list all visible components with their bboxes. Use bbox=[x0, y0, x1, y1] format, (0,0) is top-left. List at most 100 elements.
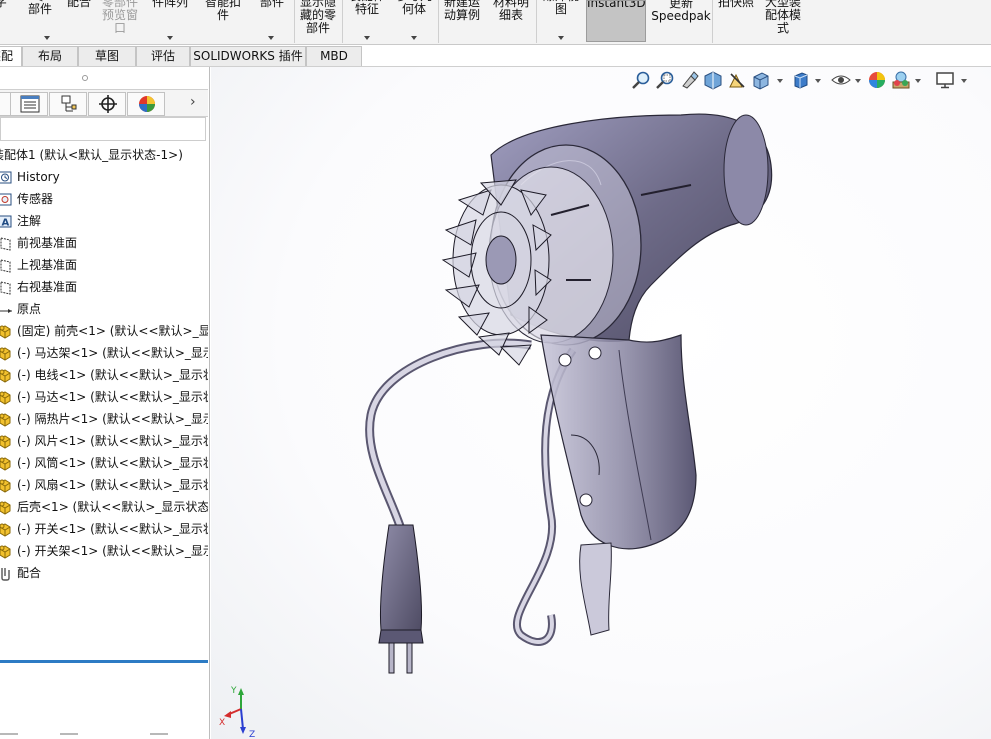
ribbon-button-show-hidden-components[interactable]: 显示隐 藏的零 部件 bbox=[296, 0, 340, 44]
tree-item[interactable]: (-) 风扇<1> (默认<<默认>_显示状 bbox=[0, 475, 208, 497]
tree-filter-input[interactable] bbox=[0, 117, 206, 141]
tab-mbd[interactable]: MBD bbox=[306, 46, 362, 66]
tree-item[interactable]: 后壳<1> (默认<<默认>_显示状态 bbox=[0, 497, 208, 519]
chevron-down-icon[interactable] bbox=[915, 79, 921, 83]
zoom-to-area-icon[interactable] bbox=[655, 70, 675, 90]
tree-item[interactable]: (固定) 前壳<1> (默认<<默认>_显示 bbox=[0, 321, 208, 343]
ribbon-button-take-snapshot[interactable]: 拍快照 bbox=[714, 0, 758, 44]
tree-item[interactable]: (-) 马达架<1> (默认<<默认>_显示 bbox=[0, 343, 208, 365]
tab-evaluate[interactable]: 评估 bbox=[136, 46, 190, 66]
ribbon-button-assembly-features[interactable]: 装配体 特征 bbox=[344, 0, 390, 44]
dynamic-annotation-icon[interactable] bbox=[727, 70, 747, 90]
feature-manager-panel: › 装配体1 (默认<默认_显示状态-1>) History 传感器 A 注解前视基准… bbox=[0, 67, 210, 739]
tree-item-label: (-) 风筒<1> (默认<<默认>_显示状 bbox=[17, 456, 208, 470]
display-style-icon[interactable] bbox=[791, 70, 811, 90]
dropdown-arrow-icon[interactable] bbox=[44, 36, 51, 40]
view-settings-monitor-icon[interactable] bbox=[935, 70, 955, 90]
ribbon-button-large-assembly-mode[interactable]: 大型装 配体模 式 bbox=[760, 0, 806, 44]
coordinate-triad: Y X Z bbox=[219, 686, 255, 739]
tab-layout[interactable]: 布局 bbox=[22, 46, 78, 66]
section-view-icon[interactable] bbox=[703, 70, 723, 90]
command-manager-tabs: 装配体 布局 草图 评估 SOLIDWORKS 插件 MBD bbox=[0, 45, 991, 82]
tree-item-label: 上视基准面 bbox=[17, 258, 78, 272]
ribbon-button-exploded-view[interactable]: 爆炸视 图 bbox=[538, 0, 584, 44]
tree-item-label: History bbox=[17, 170, 60, 184]
tree-item[interactable]: (-) 风筒<1> (默认<<默认>_显示状 bbox=[0, 453, 208, 475]
tree-item[interactable]: A 注解 bbox=[0, 211, 208, 233]
tree-item[interactable]: 原点 bbox=[0, 299, 208, 321]
previous-view-icon[interactable] bbox=[679, 70, 699, 90]
configuration-icon bbox=[61, 95, 77, 112]
dropdown-arrow-icon[interactable] bbox=[411, 36, 417, 40]
edit-appearance-icon[interactable] bbox=[867, 70, 887, 90]
display-manager-tab[interactable] bbox=[127, 92, 165, 116]
dropdown-arrow-icon[interactable] bbox=[167, 36, 173, 40]
tree-item[interactable]: 上视基准面 bbox=[0, 255, 208, 277]
configuration-manager-tab[interactable] bbox=[49, 92, 87, 116]
chevron-right-icon[interactable]: › bbox=[190, 94, 196, 110]
manager-tab-bar: › bbox=[0, 89, 208, 117]
appearance-pie-icon bbox=[139, 96, 155, 112]
tree-item-label: (-) 电线<1> (默认<<默认>_显示状 bbox=[17, 368, 208, 382]
ribbon-button-reference-geometry[interactable]: 参考几 何体 bbox=[392, 0, 436, 44]
tab-solidworks-addins[interactable]: SOLIDWORKS 插件 bbox=[190, 46, 306, 66]
hair-dryer-assembly-model[interactable] bbox=[351, 95, 791, 695]
tree-item-label: 注解 bbox=[17, 214, 42, 228]
chevron-down-icon[interactable] bbox=[815, 79, 821, 83]
ribbon-button-0[interactable]: 字 bbox=[0, 0, 8, 44]
tab-sketch[interactable]: 草图 bbox=[78, 46, 136, 66]
graphics-viewport[interactable]: Y X Z bbox=[211, 67, 991, 739]
dropdown-arrow-icon[interactable] bbox=[268, 36, 275, 40]
tree-item[interactable]: (-) 隔热片<1> (默认<<默认>_显示 bbox=[0, 409, 208, 431]
ribbon-button-pattern[interactable]: 件阵列 bbox=[146, 0, 194, 44]
tree-item-label: 原点 bbox=[17, 302, 42, 316]
tree-item-label: (-) 马达架<1> (默认<<默认>_显示 bbox=[17, 346, 208, 360]
tree-item[interactable]: 右视基准面 bbox=[0, 277, 208, 299]
tree-item-label: (-) 开关架<1> (默认<<默认>_显示 bbox=[17, 544, 208, 558]
tree-item[interactable]: (-) 马达<1> (默认<<默认>_显示状 bbox=[0, 387, 208, 409]
tree-item-label: 右视基准面 bbox=[17, 280, 78, 294]
tree-item[interactable]: 传感器 bbox=[0, 189, 208, 211]
tree-item[interactable]: 配合 bbox=[0, 563, 208, 585]
chevron-down-icon[interactable] bbox=[777, 79, 783, 83]
tree-item[interactable]: (-) 电线<1> (默认<<默认>_显示状 bbox=[0, 365, 208, 387]
tree-root-assembly[interactable]: 装配体1 (默认<默认_显示状态-1>) bbox=[0, 145, 208, 167]
heads-up-view-toolbar bbox=[631, 67, 991, 93]
view-orientation-icon[interactable] bbox=[751, 70, 771, 90]
ribbon-button-mate[interactable]: 配合 bbox=[62, 0, 96, 44]
svg-text:A: A bbox=[2, 218, 10, 229]
tree-item[interactable]: (-) 开关架<1> (默认<<默认>_显示 bbox=[0, 541, 208, 563]
tree-item-label: 配合 bbox=[17, 566, 42, 580]
ribbon-button-instant3d[interactable]: Instant3D bbox=[586, 0, 646, 42]
ribbon-button-bill-of-materials[interactable]: 材料明 细表 bbox=[488, 0, 534, 44]
tree-item[interactable]: (-) 风片<1> (默认<<默认>_显示状 bbox=[0, 431, 208, 453]
zoom-to-fit-icon[interactable] bbox=[631, 70, 651, 90]
tab-assembly[interactable]: 装配体 bbox=[0, 46, 22, 82]
tree-item[interactable]: (-) 开关<1> (默认<<默认>_显示状 bbox=[0, 519, 208, 541]
tree-item-label: (-) 马达<1> (默认<<默认>_显示状 bbox=[17, 390, 208, 404]
property-list-icon bbox=[20, 95, 40, 113]
triad-x-label: X bbox=[219, 718, 225, 728]
apply-scene-icon[interactable] bbox=[891, 70, 911, 90]
rollback-bar[interactable] bbox=[0, 660, 208, 663]
ribbon-button-move-component[interactable]: 部件 bbox=[252, 0, 292, 44]
ribbon-button-update-speedpak[interactable]: 更新 Speedpak bbox=[650, 0, 712, 44]
crosshair-icon bbox=[99, 95, 117, 113]
tree-item-label: 后壳<1> (默认<<默认>_显示状态 bbox=[17, 500, 208, 514]
ribbon-button-component[interactable]: 零 部件 bbox=[22, 0, 58, 44]
ribbon-button-component-preview[interactable]: 零部件 预览窗 口 bbox=[98, 0, 142, 44]
tree-item[interactable]: 前视基准面 bbox=[0, 233, 208, 255]
dropdown-arrow-icon[interactable] bbox=[364, 36, 370, 40]
panel-grip-handle[interactable] bbox=[82, 75, 88, 81]
chevron-down-icon[interactable] bbox=[855, 79, 861, 83]
chevron-down-icon[interactable] bbox=[961, 79, 967, 83]
dimxpert-manager-tab[interactable] bbox=[88, 92, 126, 116]
dropdown-arrow-icon[interactable] bbox=[558, 36, 564, 40]
ribbon-button-smart-fasteners[interactable]: 智能扣 件 bbox=[198, 0, 248, 44]
tree-item[interactable]: History bbox=[0, 167, 208, 189]
hide-show-items-icon[interactable] bbox=[831, 70, 851, 90]
ribbon-button-new-motion-study[interactable]: 新建运 动算例 bbox=[440, 0, 484, 44]
panel-scroll-indicator bbox=[0, 733, 208, 739]
tree-item-label: (-) 隔热片<1> (默认<<默认>_显示 bbox=[17, 412, 208, 426]
property-manager-tab[interactable] bbox=[10, 92, 48, 116]
